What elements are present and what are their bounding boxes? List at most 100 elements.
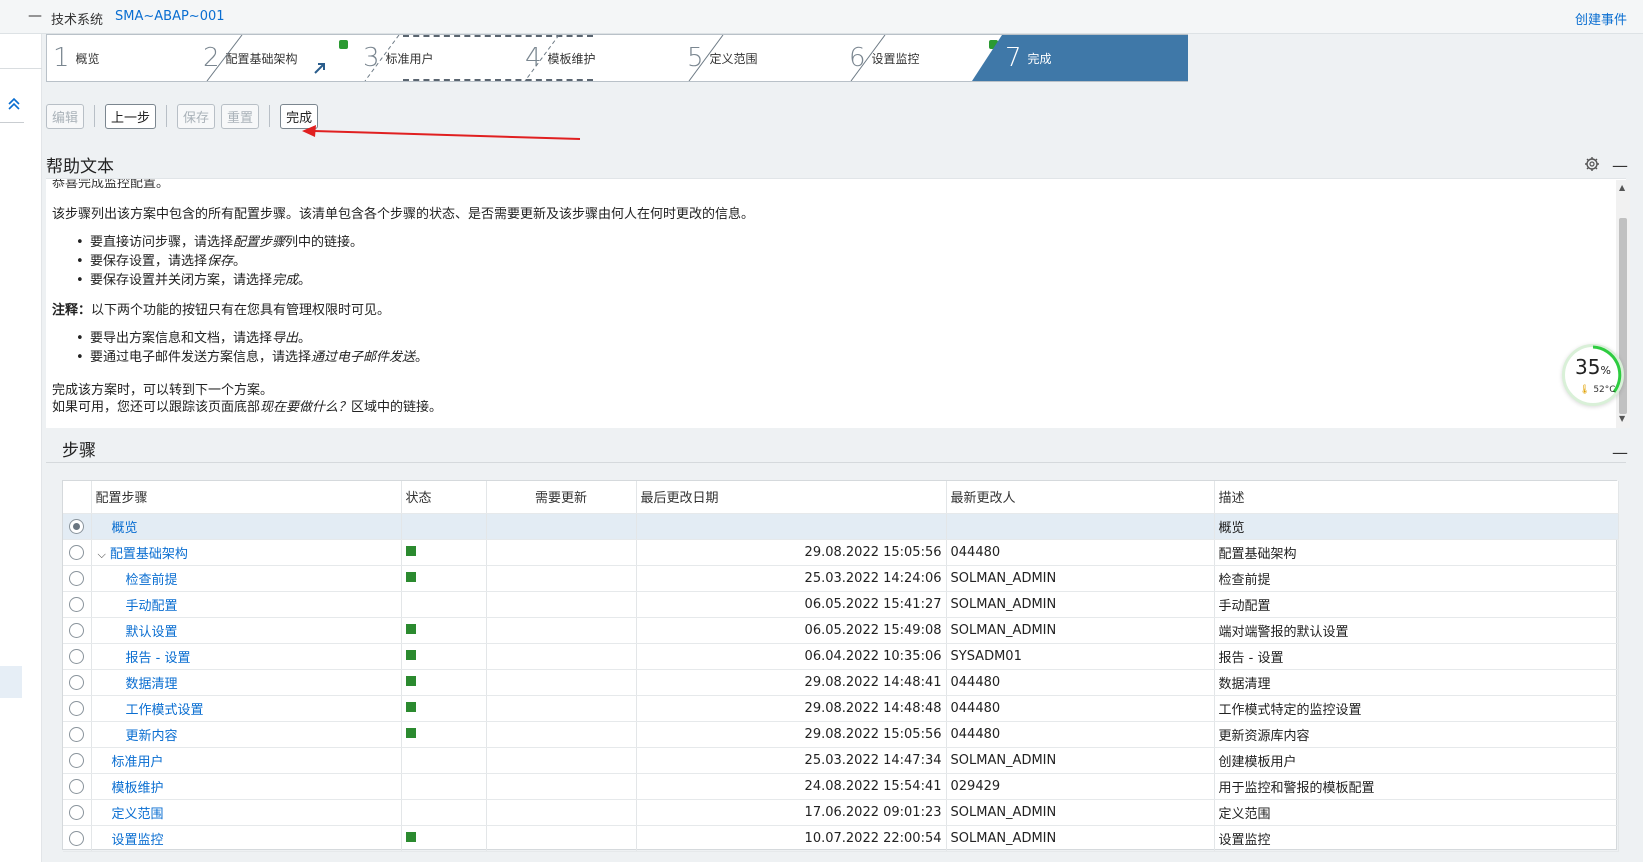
header-needs-update[interactable]: 需要更新 bbox=[486, 481, 637, 514]
step-name-cell[interactable]: 报告 - 设置 bbox=[91, 643, 402, 670]
table-row[interactable]: ⌵ 配置基础架构 29.08.2022 15:05:56 044480 配置基础架构 bbox=[63, 539, 1619, 566]
header-changed-by[interactable]: 最新更改人 bbox=[946, 481, 1215, 514]
step-link[interactable]: 配置基础架构 bbox=[110, 547, 188, 562]
row-radio[interactable] bbox=[69, 596, 85, 612]
previous-button[interactable]: 上一步 bbox=[105, 103, 157, 129]
row-radio[interactable] bbox=[69, 752, 85, 768]
create-event-link[interactable]: 创建事件 bbox=[1575, 9, 1627, 28]
step-link[interactable]: 更新内容 bbox=[126, 729, 178, 744]
step-name-cell[interactable]: ⌵ 配置基础架构 bbox=[91, 539, 402, 566]
step-name-cell[interactable]: 检查前提 bbox=[91, 565, 402, 592]
step-number: 6 bbox=[849, 43, 866, 73]
table-row[interactable]: 设置监控 10.07.2022 22:00:54 SOLMAN_ADMIN 设置监控 bbox=[63, 825, 1619, 852]
wizard-step-standard-users[interactable]: 3 标准用户 bbox=[363, 35, 523, 81]
row-radio[interactable] bbox=[69, 804, 85, 820]
wizard-step-overview[interactable]: 1 概览 bbox=[53, 35, 203, 81]
step-link[interactable]: 检查前提 bbox=[126, 573, 178, 588]
table-row[interactable]: 定义范围 17.06.2022 09:01:23 SOLMAN_ADMIN 定义范围 bbox=[63, 799, 1619, 826]
step-name-cell[interactable]: 数据清理 bbox=[91, 669, 402, 696]
row-select-cell[interactable] bbox=[63, 773, 92, 800]
table-row[interactable]: 更新内容 29.08.2022 15:05:56 044480 更新资源库内容 bbox=[63, 721, 1619, 748]
step-link[interactable]: 手动配置 bbox=[126, 599, 178, 614]
step-link[interactable]: 设置监控 bbox=[112, 833, 164, 848]
row-select-cell[interactable] bbox=[63, 669, 92, 696]
step-name-cell[interactable]: 工作模式设置 bbox=[91, 695, 402, 722]
row-radio[interactable] bbox=[69, 830, 85, 846]
row-select-cell[interactable] bbox=[63, 721, 92, 748]
table-row[interactable]: 数据清理 29.08.2022 14:48:41 044480 数据清理 bbox=[63, 669, 1619, 696]
row-select-cell[interactable] bbox=[63, 617, 92, 644]
scroll-up-icon[interactable]: ▲ bbox=[1619, 183, 1625, 192]
row-select-cell[interactable] bbox=[63, 565, 92, 592]
collapse-icon[interactable]: — bbox=[28, 8, 42, 24]
step-link[interactable]: 概览 bbox=[112, 521, 138, 536]
step-name-cell[interactable]: 定义范围 bbox=[91, 799, 402, 826]
table-row[interactable]: 手动配置 06.05.2022 15:41:27 SOLMAN_ADMIN 手动配置 bbox=[63, 591, 1619, 618]
table-row[interactable]: 报告 - 设置 06.04.2022 10:35:06 SYSADM01 报告 - 设… bbox=[63, 643, 1619, 670]
step-link[interactable]: 报告 - 设置 bbox=[126, 651, 191, 666]
help-cut-line: 恭喜完成监控配置。 bbox=[52, 178, 170, 191]
reset-button[interactable]: 重置 bbox=[221, 103, 260, 129]
row-radio[interactable] bbox=[69, 778, 85, 794]
note-text: 以下两个功能的按钮只有在您具有管理权限时可见。 bbox=[91, 303, 391, 318]
table-row[interactable]: 模板维护 24.08.2022 15:54:41 029429 用于监控和警报的模板配… bbox=[63, 773, 1619, 800]
row-radio[interactable] bbox=[69, 674, 85, 690]
save-button[interactable]: 保存 bbox=[177, 103, 216, 129]
step-name-cell[interactable]: 模板维护 bbox=[91, 773, 402, 800]
step-name-cell[interactable]: 标准用户 bbox=[91, 747, 402, 774]
edit-button[interactable]: 编辑 bbox=[46, 103, 85, 129]
step-name-cell[interactable]: 概览 bbox=[91, 513, 402, 540]
step-name-cell[interactable]: 更新内容 bbox=[91, 721, 402, 748]
collapse-steps-icon[interactable]: — bbox=[1612, 443, 1628, 462]
collapse-help-icon[interactable]: — bbox=[1612, 156, 1628, 175]
row-radio[interactable] bbox=[69, 700, 85, 716]
settings-gear-icon[interactable] bbox=[1584, 156, 1600, 172]
nav-selection[interactable] bbox=[0, 666, 22, 698]
header-description[interactable]: 描述 bbox=[1214, 481, 1619, 514]
header-last-changed[interactable]: 最后更改日期 bbox=[636, 481, 947, 514]
row-select-cell[interactable] bbox=[63, 695, 92, 722]
date-cell: 29.08.2022 14:48:48 bbox=[636, 695, 947, 722]
collapse-up-icon[interactable] bbox=[4, 96, 24, 116]
row-select-cell[interactable] bbox=[63, 591, 92, 618]
wizard-step-template[interactable]: 4 模板维护 bbox=[525, 35, 685, 81]
row-select-cell[interactable] bbox=[63, 747, 92, 774]
table-row[interactable]: 默认设置 06.05.2022 15:49:08 SOLMAN_ADMIN 端对端警报… bbox=[63, 617, 1619, 644]
table-row[interactable]: 工作模式设置 29.08.2022 14:48:48 044480 工作模式特定的监控… bbox=[63, 695, 1619, 722]
step-link[interactable]: 数据清理 bbox=[126, 677, 178, 692]
description-cell: 用于监控和警报的模板配置 bbox=[1214, 773, 1619, 800]
row-select-cell[interactable] bbox=[63, 643, 92, 670]
row-radio[interactable] bbox=[69, 648, 85, 664]
row-radio[interactable] bbox=[69, 518, 85, 534]
wizard-step-scope[interactable]: 5 定义范围 bbox=[687, 35, 847, 81]
row-radio[interactable] bbox=[69, 726, 85, 742]
description-cell: 报告 - 设置 bbox=[1214, 643, 1619, 670]
gauge-percent: 35% bbox=[1575, 355, 1611, 379]
expand-chevron-icon[interactable]: ⌵ bbox=[98, 548, 106, 562]
step-link[interactable]: 标准用户 bbox=[112, 755, 164, 770]
table-row[interactable]: 概览 概览 bbox=[63, 513, 1619, 540]
row-select-cell[interactable] bbox=[63, 513, 92, 540]
row-select-cell[interactable] bbox=[63, 825, 92, 852]
date-cell: 06.04.2022 10:35:06 bbox=[636, 643, 947, 670]
step-link[interactable]: 默认设置 bbox=[126, 625, 178, 640]
row-select-cell[interactable] bbox=[63, 539, 92, 566]
row-select-cell[interactable] bbox=[63, 799, 92, 826]
step-name-cell[interactable]: 默认设置 bbox=[91, 617, 402, 644]
header-config-step[interactable]: 配置步骤 bbox=[91, 481, 402, 514]
step-name-cell[interactable]: 手动配置 bbox=[91, 591, 402, 618]
system-id[interactable]: SMA~ABAP~001 bbox=[115, 9, 225, 24]
step-link[interactable]: 定义范围 bbox=[112, 807, 164, 822]
row-radio[interactable] bbox=[69, 622, 85, 638]
table-row[interactable]: 标准用户 25.03.2022 14:47:34 SOLMAN_ADMIN 创建模板用… bbox=[63, 747, 1619, 774]
header-status[interactable]: 状态 bbox=[401, 481, 487, 514]
table-row[interactable]: 检查前提 25.03.2022 14:24:06 SOLMAN_ADMIN 检查前提 bbox=[63, 565, 1619, 592]
row-radio[interactable] bbox=[69, 544, 85, 560]
step-name-cell[interactable]: 设置监控 bbox=[91, 825, 402, 852]
scroll-down-icon[interactable]: ▼ bbox=[1619, 414, 1625, 423]
step-link[interactable]: 工作模式设置 bbox=[126, 703, 204, 718]
step-link[interactable]: 模板维护 bbox=[112, 781, 164, 796]
wizard-step-finish[interactable]: 7 完成 bbox=[1005, 35, 1175, 81]
cpu-gauge[interactable]: 35% 🌡 52°C bbox=[1562, 344, 1624, 406]
row-radio[interactable] bbox=[69, 570, 85, 586]
